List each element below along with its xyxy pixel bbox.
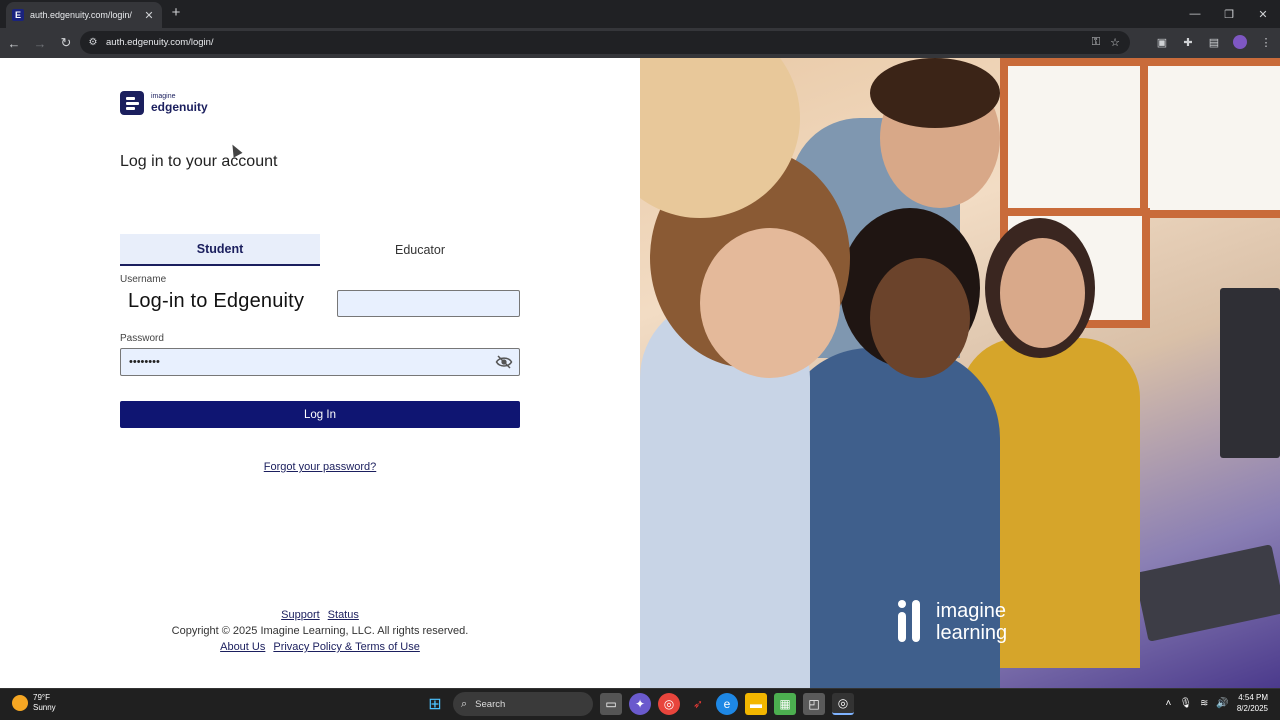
system-tray: ˄ 🎙 ≋ 🔊 4:54 PM 8/2/2025 [1165,692,1268,714]
support-link[interactable]: Support [281,609,320,621]
photo-front-boy-face [700,228,840,378]
tab-close-icon[interactable]: ✕ [142,9,156,22]
tray-overflow-icon[interactable]: ˄ [1165,698,1171,709]
password-field-wrapper [120,348,520,376]
reload-icon[interactable]: ↻ [54,31,78,55]
imagine-learning-logo: imagine learning [896,600,1007,644]
login-button[interactable]: Log In [120,401,520,428]
profile-icon[interactable] [1230,32,1250,52]
taskbar-search[interactable]: ⌕ Search [453,692,593,716]
password-label: Password [120,333,164,344]
edgenuity-logo-icon [120,91,144,115]
tab-student[interactable]: Student [120,234,320,266]
forgot-password-link[interactable]: Forgot your password? [264,461,377,473]
privacy-terms-link[interactable]: Privacy Policy & Terms of Use [273,641,420,653]
login-panel: imagine edgenuity Log in to your account… [0,58,640,688]
tab-educator[interactable]: Educator [320,234,520,266]
avatar [1233,35,1247,49]
status-link[interactable]: Status [328,609,359,621]
sidepanel-icon[interactable]: ▤ [1204,32,1224,52]
clock[interactable]: 4:54 PM 8/2/2025 [1237,692,1268,714]
windows-start-icon[interactable]: ⊞ [424,693,446,715]
photo-monitor [1220,288,1280,458]
minimize-icon[interactable]: — [1178,0,1212,28]
site-info-icon[interactable]: ⚙ [86,37,100,48]
windows-taskbar: 79°F Sunny ⊞ ⌕ Search ▭ ✦ ◎ ➶ e ▬ ▦ ◰ ◎ … [0,688,1280,720]
store-icon[interactable]: ◰ [803,693,825,715]
logo-line-1: imagine [936,600,1007,622]
password-key-icon[interactable]: ⚿ [1092,36,1100,49]
edgenuity-logo: imagine edgenuity [120,91,208,115]
chrome-active-icon[interactable]: ◎ [832,693,854,715]
weather-temp: 79°F [33,693,50,702]
wifi-icon[interactable]: ≋ [1200,698,1208,709]
logo-line-2: learning [936,622,1008,644]
photo-window-right [1140,58,1280,218]
browser-tab-strip: E auth.edgenuity.com/login/ ✕ + — ❐ ✕ [0,0,1280,28]
file-explorer-icon[interactable]: ▬ [745,693,767,715]
menu-kebab-icon[interactable]: ⋮ [1256,32,1276,52]
edgenuity-favicon-icon: E [12,9,24,21]
edge-icon[interactable]: e [716,693,738,715]
forgot-password-wrapper: Forgot your password? [0,457,640,475]
window-close-icon[interactable]: ✕ [1246,0,1280,28]
extension-badge-icon[interactable]: ▣ [1152,32,1172,52]
photo-student-face [870,258,970,378]
browser-tab[interactable]: E auth.edgenuity.com/login/ ✕ [6,2,162,28]
imagine-learning-logo-icon [896,600,926,644]
photo-keyboard [1134,544,1280,642]
task-view-icon[interactable]: ▭ [600,693,622,715]
back-icon[interactable]: ← [2,31,26,55]
tab-title: auth.edgenuity.com/login/ [30,10,132,20]
username-label: Username [120,274,167,285]
address-url[interactable]: auth.edgenuity.com/login/ [106,37,1092,48]
search-label: Search [475,698,506,710]
overlay-caption: Log-in to Edgenuity [128,290,305,312]
minecraft-icon[interactable]: ▦ [774,693,796,715]
search-icon: ⌕ [461,697,468,710]
role-tabs: Student Educator [120,234,520,266]
weather-condition: Sunny [33,703,56,712]
footer-links-bottom: About Us Privacy Policy & Terms of Use [0,641,640,653]
clock-date: 8/2/2025 [1236,704,1268,713]
restore-icon[interactable]: ❐ [1212,0,1246,28]
hide-password-icon[interactable] [495,354,513,370]
microphone-icon[interactable]: 🎙 [1179,698,1192,709]
photo-window-left [1000,58,1150,218]
students-photo [640,58,1280,688]
footer-links-top: Support Status [0,609,640,621]
new-tab-icon[interactable]: + [168,5,184,21]
copyright-text: Copyright © 2025 Imagine Learning, LLC. … [171,625,469,637]
photo-boy-hair [870,58,1000,128]
app-red-icon[interactable]: ➶ [687,693,709,715]
page-title: Log in to your account [120,153,278,170]
window-controls: — ❐ ✕ [1178,0,1280,28]
bookmark-star-icon[interactable]: ☆ [1110,36,1120,49]
chrome-icon[interactable]: ◎ [658,693,680,715]
photo-girl-face [1000,238,1085,348]
username-field[interactable] [337,290,520,317]
browser-toolbar: ← → ↻ ⚙ auth.edgenuity.com/login/ ⚿ ☆ ▣ … [0,28,1280,58]
about-us-link[interactable]: About Us [220,641,265,653]
extensions-puzzle-icon[interactable]: ✚ [1178,32,1198,52]
forward-icon[interactable]: → [28,31,52,55]
brand-small-text: imagine [151,93,176,100]
address-bar[interactable]: ⚙ auth.edgenuity.com/login/ ⚿ ☆ [80,31,1130,54]
copilot-icon[interactable]: ✦ [629,693,651,715]
brand-big-text: edgenuity [151,100,208,114]
password-field[interactable] [121,349,486,375]
weather-widget[interactable]: 79°F Sunny [12,693,56,713]
sun-icon [12,695,28,711]
volume-icon[interactable]: 🔊 [1216,698,1228,709]
taskbar-apps: ⊞ ⌕ Search ▭ ✦ ◎ ➶ e ▬ ▦ ◰ ◎ [424,692,854,716]
clock-time: 4:54 PM [1238,693,1268,702]
